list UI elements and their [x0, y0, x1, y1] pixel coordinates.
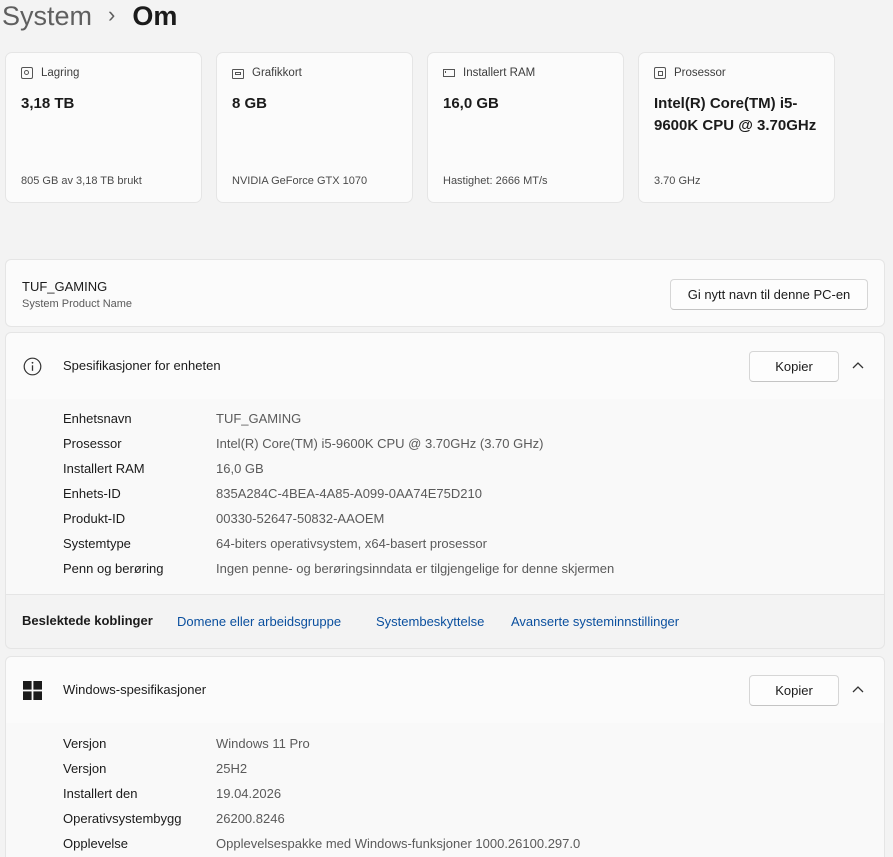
spec-key: Operativsystembygg [63, 810, 182, 826]
spec-value[interactable]: 835A284C-4BEA-4A85-A099-0AA74E75D210 [216, 486, 482, 501]
spec-value[interactable]: Intel(R) Core(TM) i5-9600K CPU @ 3.70GHz… [216, 436, 543, 451]
chevron-up-icon[interactable] [851, 682, 865, 696]
storage-card-sub: 805 GB av 3,18 TB brukt [21, 175, 142, 187]
cpu-card-sub: 3.70 GHz [654, 175, 701, 187]
breadcrumb: System › Om [2, 0, 177, 34]
spec-row: Operativsystembygg 26200.8246 [63, 808, 285, 828]
domain-workgroup-link[interactable]: Domene eller arbeidsgruppe [177, 614, 341, 629]
storage-icon [21, 67, 33, 79]
windows-logo-icon [23, 681, 42, 700]
related-links-label: Beslektede koblinger [22, 613, 153, 628]
spec-key: Installert RAM [63, 460, 145, 476]
ram-card-value: 16,0 GB [443, 95, 499, 112]
pc-name: TUF_GAMING [22, 279, 108, 294]
ram-card[interactable]: Installert RAM 16,0 GB Hastighet: 2666 M… [427, 52, 624, 203]
windows-specs-title: Windows-spesifikasjoner [63, 682, 207, 697]
windows-specs-body: Versjon Windows 11 Pro Versjon 25H2 Inst… [5, 723, 885, 857]
spec-key: Enhetsnavn [63, 410, 132, 426]
copy-device-specs-button[interactable]: Kopier [749, 351, 839, 382]
storage-card-label: Lagring [41, 67, 80, 79]
gpu-card[interactable]: Grafikkort 8 GB NVIDIA GeForce GTX 1070 [216, 52, 413, 203]
cpu-card-label: Prosessor [674, 67, 726, 79]
pc-name-panel: TUF_GAMING System Product Name Gi nytt n… [5, 259, 885, 327]
spec-row: Versjon 25H2 [63, 758, 247, 778]
cpu-card[interactable]: Prosessor Intel(R) Core(TM) i5-9600K CPU… [638, 52, 835, 203]
spec-value[interactable]: 19.04.2026 [216, 786, 281, 801]
cpu-card-header: Prosessor [654, 67, 726, 79]
spec-key: Enhets-ID [63, 485, 121, 501]
spec-key: Produkt-ID [63, 510, 126, 526]
device-specs-title: Spesifikasjoner for enheten [63, 358, 221, 373]
spec-value[interactable]: 26200.8246 [216, 811, 285, 826]
system-protection-link[interactable]: Systembeskyttelse [376, 614, 484, 629]
spec-row: Enhets-ID 835A284C-4BEA-4A85-A099-0AA74E… [63, 483, 482, 503]
chevron-right-icon: › [108, 2, 116, 27]
device-specs-body: Enhetsnavn TUF_GAMING Prosessor Intel(R)… [5, 399, 885, 594]
spec-row: Installert den 19.04.2026 [63, 783, 281, 803]
gpu-card-value: 8 GB [232, 95, 268, 112]
spec-key: Installert den [63, 785, 138, 801]
ram-icon [443, 69, 455, 77]
spec-row: Produkt-ID 00330-52647-50832-AAOEM [63, 508, 384, 528]
windows-specs-header[interactable]: Windows-spesifikasjoner Kopier [5, 656, 885, 724]
spec-key: Versjon [63, 760, 107, 776]
spec-key: Versjon [63, 735, 107, 751]
spec-value[interactable]: 25H2 [216, 761, 247, 776]
spec-value[interactable]: Ingen penne- og berøringsinndata er tilg… [216, 561, 614, 576]
device-specs-header[interactable]: Spesifikasjoner for enheten Kopier [5, 332, 885, 400]
spec-value[interactable]: Windows 11 Pro [216, 736, 310, 751]
spec-row: Penn og berøring Ingen penne- og berørin… [63, 558, 614, 578]
storage-card-header: Lagring [21, 67, 79, 79]
storage-card[interactable]: Lagring 3,18 TB 805 GB av 3,18 TB brukt [5, 52, 202, 203]
spec-value[interactable]: Opplevelsespakke med Windows-funksjoner … [216, 836, 580, 851]
spec-value[interactable]: 64-biters operativsystem, x64-basert pro… [216, 536, 487, 551]
spec-row: Systemtype 64-biters operativsystem, x64… [63, 533, 487, 553]
storage-card-value: 3,18 TB [21, 95, 75, 112]
info-icon [23, 357, 42, 376]
spec-value[interactable]: TUF_GAMING [216, 411, 301, 426]
ram-card-label: Installert RAM [463, 67, 536, 79]
spec-row: Opplevelse Opplevelsespakke med Windows-… [63, 833, 580, 853]
spec-row: Prosessor Intel(R) Core(TM) i5-9600K CPU… [63, 433, 543, 453]
rename-pc-button[interactable]: Gi nytt navn til denne PC-en [670, 279, 868, 310]
spec-key: Opplevelse [63, 835, 129, 851]
ram-card-sub: Hastighet: 2666 MT/s [443, 175, 548, 187]
ram-card-header: Installert RAM [443, 67, 535, 79]
spec-value[interactable]: 00330-52647-50832-AAOEM [216, 511, 384, 526]
cpu-card-value: Intel(R) Core(TM) i5-9600K CPU @ 3.70GHz [654, 95, 817, 134]
cpu-icon [654, 67, 666, 79]
breadcrumb-system-link[interactable]: System [2, 0, 92, 34]
related-links-bar: Beslektede koblinger Domene eller arbeid… [5, 594, 885, 649]
spec-key: Penn og berøring [63, 560, 164, 576]
chevron-up-icon[interactable] [851, 358, 865, 372]
spec-key: Systemtype [63, 535, 131, 551]
gpu-card-sub: NVIDIA GeForce GTX 1070 [232, 175, 368, 187]
spec-key: Prosessor [63, 435, 122, 451]
pc-name-subtitle: System Product Name [22, 298, 133, 310]
page-title: Om [132, 1, 178, 31]
spec-row: Installert RAM 16,0 GB [63, 458, 264, 478]
hardware-summary-cards: Lagring 3,18 TB 805 GB av 3,18 TB brukt … [5, 52, 849, 203]
gpu-card-header: Grafikkort [232, 67, 302, 79]
gpu-icon [232, 69, 244, 79]
spec-row: Enhetsnavn TUF_GAMING [63, 408, 301, 428]
spec-row: Versjon Windows 11 Pro [63, 733, 310, 753]
gpu-card-label: Grafikkort [252, 67, 302, 79]
advanced-system-settings-link[interactable]: Avanserte systeminnstillinger [511, 614, 679, 629]
spec-value[interactable]: 16,0 GB [216, 461, 264, 476]
copy-windows-specs-button[interactable]: Kopier [749, 675, 839, 706]
